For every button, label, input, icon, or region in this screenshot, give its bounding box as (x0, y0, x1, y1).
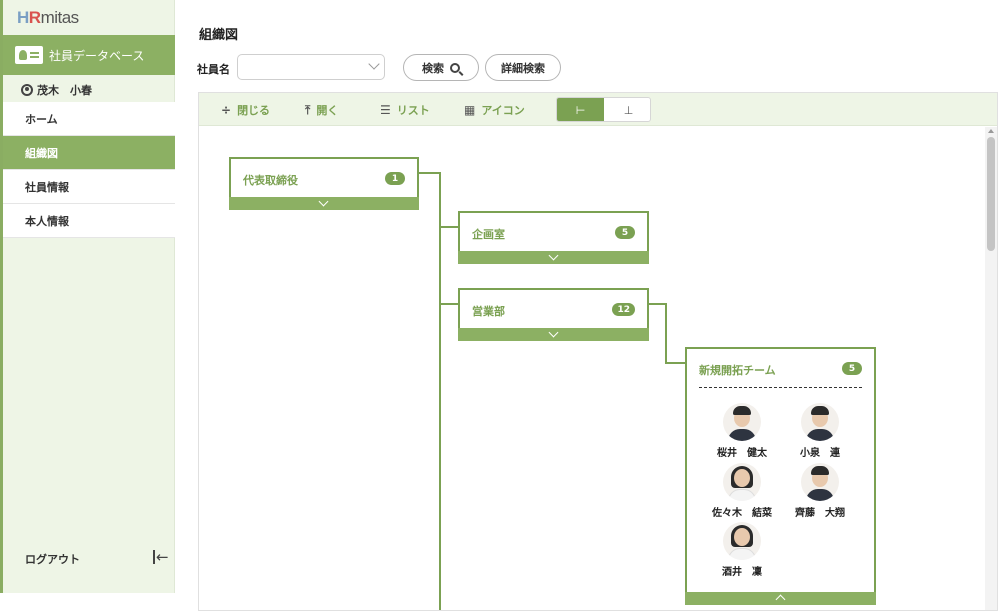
org-node-title: 代表取締役 (243, 174, 298, 187)
hierarchy-view-toggle[interactable]: ⊥ (605, 98, 650, 121)
connector-line (439, 226, 459, 228)
scroll-up-icon[interactable] (988, 129, 994, 133)
sidebar-item-home[interactable]: ホーム (3, 102, 175, 136)
employee-database-header[interactable]: 社員データベース (3, 35, 175, 75)
expand-node-button[interactable] (229, 196, 419, 210)
employee-name-select[interactable] (237, 54, 385, 80)
sidebar-item-my-info[interactable]: 本人情報 (3, 204, 175, 238)
collapse-icon: ÷ (221, 103, 232, 117)
advanced-search-button[interactable]: 詳細検索 (485, 54, 561, 81)
member-count-badge: 12 (612, 303, 635, 316)
avatar (723, 463, 761, 501)
member-name: 酒井 凜 (722, 567, 762, 578)
logo-letter-h: H (17, 8, 29, 27)
sidebar-item-label: 本人情報 (25, 214, 69, 228)
org-node-title: 新規開拓チーム (699, 364, 776, 377)
team-member-card[interactable]: 酒井 凜 (705, 522, 779, 578)
list-view-label: リスト (396, 104, 430, 117)
tree-view-toggle[interactable]: ⊢ (557, 98, 604, 121)
org-toolbar: ÷ 閉じる ⤒ 開く ☰ リスト ▦ アイコン ⊢ ⊥ (199, 93, 997, 126)
expand-all-label: 開く (316, 104, 339, 117)
hierarchy-view-icon: ⊥ (623, 104, 634, 117)
sidebar-item-label: ホーム (25, 112, 58, 126)
chevron-down-icon (318, 196, 329, 207)
scrollbar-thumb[interactable] (987, 137, 995, 251)
member-name: 桜井 健太 (717, 448, 767, 459)
expand-icon: ⤒ (305, 102, 311, 117)
team-member-card[interactable]: 桜井 健太 (705, 403, 779, 459)
sidebar-item-label: 組織図 (25, 146, 58, 160)
member-count-badge: 5 (842, 362, 862, 375)
connector-line (665, 303, 667, 363)
chevron-down-icon (368, 58, 380, 70)
icon-view-label: アイコン (481, 104, 525, 117)
vertical-scrollbar[interactable] (985, 127, 997, 610)
org-node-title: 企画室 (472, 228, 505, 241)
search-icon (450, 62, 460, 73)
org-node-ceo[interactable]: 代表取締役 1 (229, 157, 419, 210)
connector-line (648, 303, 666, 305)
connector-line (439, 172, 441, 610)
app-logo[interactable]: HRmitas (17, 8, 79, 28)
user-name: 茂木 小春 (37, 84, 92, 97)
connector-line (418, 172, 440, 174)
member-count-badge: 1 (385, 172, 405, 185)
collapse-node-button[interactable] (685, 592, 876, 605)
connector-line (439, 303, 459, 305)
list-view-button[interactable]: ☰ リスト (380, 102, 430, 118)
database-label: 社員データベース (49, 48, 145, 63)
sidebar: HRmitas 社員データベース 茂木 小春 ホーム 組織図 社員情報 本人情報… (0, 0, 175, 593)
member-name: 齊藤 大翔 (795, 508, 845, 519)
sidebar-item-label: 社員情報 (25, 180, 69, 194)
logo-letter-r: R (28, 8, 41, 27)
expand-node-button[interactable] (458, 250, 649, 264)
avatar (801, 463, 839, 501)
collapse-all-button[interactable]: ÷ 閉じる (221, 102, 270, 118)
sidebar-item-org-chart[interactable]: 組織図 (3, 136, 175, 170)
grid-icon: ▦ (464, 103, 476, 117)
page-title: 組織図 (199, 28, 239, 43)
employee-name-label: 社員名 (197, 63, 230, 76)
logo-text: mitas (40, 8, 80, 27)
expand-node-button[interactable] (458, 327, 649, 341)
list-icon: ☰ (380, 103, 391, 117)
team-member-card[interactable]: 小泉 連 (783, 403, 857, 459)
connector-line (665, 362, 686, 364)
sidebar-nav: ホーム 組織図 社員情報 本人情報 (3, 102, 175, 238)
divider (699, 387, 862, 388)
tree-view-icon: ⊢ (575, 104, 586, 117)
id-card-icon (15, 46, 43, 64)
sidebar-item-employee-info[interactable]: 社員情報 (3, 170, 175, 204)
org-node-title: 営業部 (472, 305, 505, 318)
avatar (723, 403, 761, 441)
team-member-card[interactable]: 齊藤 大翔 (783, 463, 857, 519)
member-name: 佐々木 結菜 (712, 508, 772, 519)
search-button-label: 検索 (422, 61, 444, 75)
view-mode-toggle: ⊢ ⊥ (556, 97, 651, 122)
collapse-all-label: 閉じる (237, 104, 271, 117)
search-button[interactable]: 検索 (403, 54, 479, 81)
collapse-sidebar-icon[interactable]: ← (153, 548, 169, 566)
logout-link[interactable]: ログアウト (25, 551, 80, 567)
expand-all-button[interactable]: ⤒ 開く (305, 102, 338, 118)
member-name: 小泉 連 (800, 448, 840, 459)
icon-view-button[interactable]: ▦ アイコン (464, 102, 525, 118)
member-count-badge: 5 (615, 226, 635, 239)
org-node-sales[interactable]: 営業部 12 (458, 288, 649, 341)
org-chart-panel: ÷ 閉じる ⤒ 開く ☰ リスト ▦ アイコン ⊢ ⊥ 代表取締役 1 企画室 … (198, 92, 998, 611)
chevron-down-icon (548, 250, 558, 261)
chevron-down-icon (548, 327, 558, 338)
user-icon (21, 84, 33, 96)
avatar (723, 522, 761, 560)
org-node-new-business-team[interactable]: 新規開拓チーム 5 桜井 健太 小泉 連 佐々木 結菜 齊藤 大翔 酒井 凜 (685, 347, 876, 605)
chevron-up-icon (775, 594, 785, 605)
avatar (801, 403, 839, 441)
app-root: HRmitas 社員データベース 茂木 小春 ホーム 組織図 社員情報 本人情報… (0, 0, 1000, 613)
org-node-planning[interactable]: 企画室 5 (458, 211, 649, 264)
current-user: 茂木 小春 (3, 79, 175, 101)
team-member-card[interactable]: 佐々木 結菜 (705, 463, 779, 519)
